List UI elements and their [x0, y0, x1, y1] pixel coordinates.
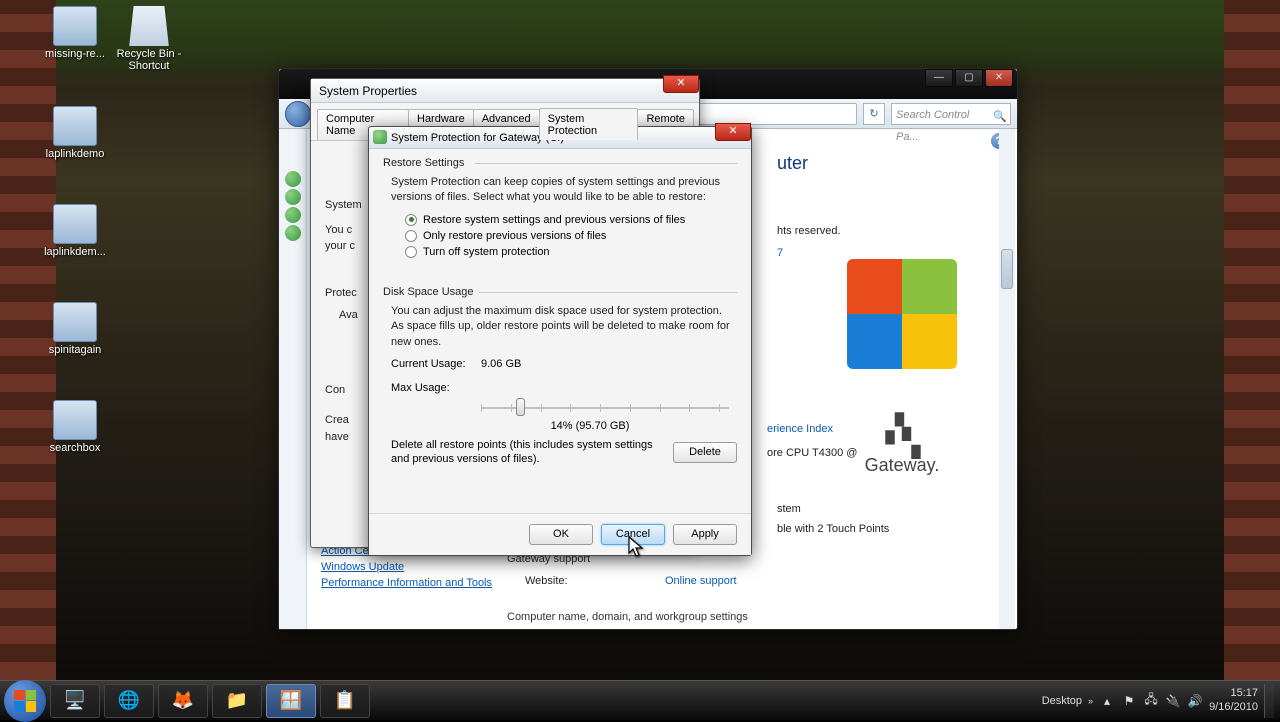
system-tray: Desktop » ▴ ⚑ 🖧 🔌 🔊 15:17 9/16/2010: [1042, 684, 1280, 718]
online-support-link[interactable]: Online support: [665, 575, 737, 587]
restore-settings-text: System Protection can keep copies of sys…: [383, 175, 737, 206]
taskbar-folder[interactable]: 📁: [212, 684, 262, 718]
desktop-icon-searchbox[interactable]: searchbox: [40, 400, 110, 454]
desktop-icon-missing[interactable]: missing-re...: [40, 6, 110, 60]
radio-icon: [405, 214, 417, 226]
desktop-icon-label: laplinkdem...: [40, 246, 110, 258]
tray-volume-icon[interactable]: 🔊: [1187, 693, 1203, 709]
wallpaper-brick-right: [1224, 0, 1280, 680]
sidebar: [279, 129, 307, 629]
vertical-scrollbar[interactable]: [999, 129, 1015, 629]
clock-time: 15:17: [1209, 687, 1258, 700]
taskbar: 🖥️ 🌐 🦊 📁 🪟 📋 Desktop » ▴ ⚑ 🖧 🔌 🔊 15:17 9…: [0, 680, 1280, 720]
desktop-icon-recycle[interactable]: Recycle Bin - Shortcut: [114, 6, 184, 72]
radio-turn-off[interactable]: Turn off system protection: [383, 244, 737, 260]
close-button[interactable]: ✕: [985, 69, 1013, 87]
refresh-icon[interactable]: ↻: [863, 103, 885, 125]
disk-space-text: You can adjust the maximum disk space us…: [383, 304, 737, 350]
desktop-icon-label: Recycle Bin - Shortcut: [114, 48, 184, 72]
radio-restore-files-only[interactable]: Only restore previous versions of files: [383, 228, 737, 244]
section-header: Computer name, domain, and workgroup set…: [507, 610, 997, 623]
desktop-icon-label: missing-re...: [40, 48, 110, 60]
slider-thumb[interactable]: [516, 398, 525, 416]
maximize-button[interactable]: ▢: [955, 69, 983, 87]
disk-space-header: Disk Space Usage: [383, 286, 737, 298]
radio-label: Restore system settings and previous ver…: [423, 214, 685, 226]
tray-network-icon[interactable]: 🖧: [1143, 693, 1159, 709]
taskbar-firefox[interactable]: 🦊: [158, 684, 208, 718]
desktop-icon-spinitagain[interactable]: spinitagain: [40, 302, 110, 356]
experience-index-link[interactable]: erience Index: [767, 423, 833, 435]
sidebar-orb-icon[interactable]: [285, 207, 301, 223]
text-fragment: hts reserved.: [777, 223, 841, 241]
radio-label: Only restore previous versions of files: [423, 230, 606, 242]
performance-info-link[interactable]: Performance Information and Tools: [321, 577, 492, 589]
current-usage-label: Current Usage:: [391, 358, 481, 370]
search-input[interactable]: Search Control Pa...: [891, 103, 1011, 125]
delete-button[interactable]: Delete: [673, 442, 737, 463]
cpu-fragment: ore CPU T4300 @: [767, 445, 857, 463]
website-label: Website:: [525, 573, 568, 591]
sidebar-orb-icon[interactable]: [285, 189, 301, 205]
recycle-bin-icon: [127, 6, 171, 46]
windows-flag-icon: [14, 690, 36, 712]
scrollbar-thumb[interactable]: [1001, 249, 1013, 289]
taskbar-ie[interactable]: 🌐: [104, 684, 154, 718]
radio-icon: [405, 246, 417, 258]
radio-icon: [405, 230, 417, 242]
max-usage-slider[interactable]: [481, 398, 729, 418]
taskbar-app-active[interactable]: 🪟: [266, 684, 316, 718]
dialog-button-row: OK Cancel Apply: [369, 513, 751, 555]
apply-button[interactable]: Apply: [673, 524, 737, 545]
dialog-titlebar[interactable]: System Properties ✕: [311, 79, 699, 103]
desktop-icon-label: laplinkdemo: [40, 148, 110, 160]
taskbar-clock[interactable]: 15:17 9/16/2010: [1209, 687, 1258, 713]
tray-flag-icon[interactable]: ⚑: [1121, 693, 1137, 709]
taskbar-explorer[interactable]: 🖥️: [50, 684, 100, 718]
text-fragment: ble with 2 Touch Points: [777, 521, 889, 539]
desktop-toolbar-label[interactable]: Desktop: [1042, 695, 1082, 707]
sidebar-orb-icon[interactable]: [285, 171, 301, 187]
link-fragment[interactable]: 7: [777, 247, 783, 259]
close-button[interactable]: ✕: [663, 75, 699, 93]
desktop-icon-label: spinitagain: [40, 344, 110, 356]
current-usage-value: 9.06 GB: [481, 358, 521, 370]
heading-fragment: uter: [777, 149, 808, 178]
slider-value: 14% (95.70 GB): [383, 420, 737, 432]
restore-settings-header: Restore Settings: [383, 157, 737, 169]
nav-back-icon[interactable]: [285, 101, 311, 127]
show-desktop-button[interactable]: [1264, 684, 1274, 718]
ok-button[interactable]: OK: [529, 524, 593, 545]
desktop-icon-laplinkdem2[interactable]: laplinkdem...: [40, 204, 110, 258]
radio-restore-all[interactable]: Restore system settings and previous ver…: [383, 212, 737, 228]
taskbar-app[interactable]: 📋: [320, 684, 370, 718]
tab-system-protection[interactable]: System Protection: [539, 108, 639, 140]
desktop-icon-label: searchbox: [40, 442, 110, 454]
start-button[interactable]: [4, 680, 46, 722]
cancel-button[interactable]: Cancel: [601, 524, 665, 545]
windows-update-link[interactable]: Windows Update: [321, 561, 492, 573]
minimize-button[interactable]: —: [925, 69, 953, 87]
text-fragment: stem: [777, 501, 801, 519]
max-usage-label: Max Usage:: [391, 382, 481, 394]
system-protection-dialog: System Protection for Gateway (C:) ✕ Res…: [368, 126, 752, 556]
tray-power-icon[interactable]: 🔌: [1165, 693, 1181, 709]
tray-chevron-up-icon[interactable]: ▴: [1099, 693, 1115, 709]
windows-logo-icon: [837, 249, 967, 379]
radio-label: Turn off system protection: [423, 246, 550, 258]
dialog-title: System Properties: [319, 84, 417, 98]
desktop-icon-laplinkdemo[interactable]: laplinkdemo: [40, 106, 110, 160]
delete-restore-points-text: Delete all restore points (this includes…: [383, 438, 663, 467]
close-button[interactable]: ✕: [715, 123, 751, 141]
sidebar-orb-icon[interactable]: [285, 225, 301, 241]
clock-date: 9/16/2010: [1209, 701, 1258, 714]
